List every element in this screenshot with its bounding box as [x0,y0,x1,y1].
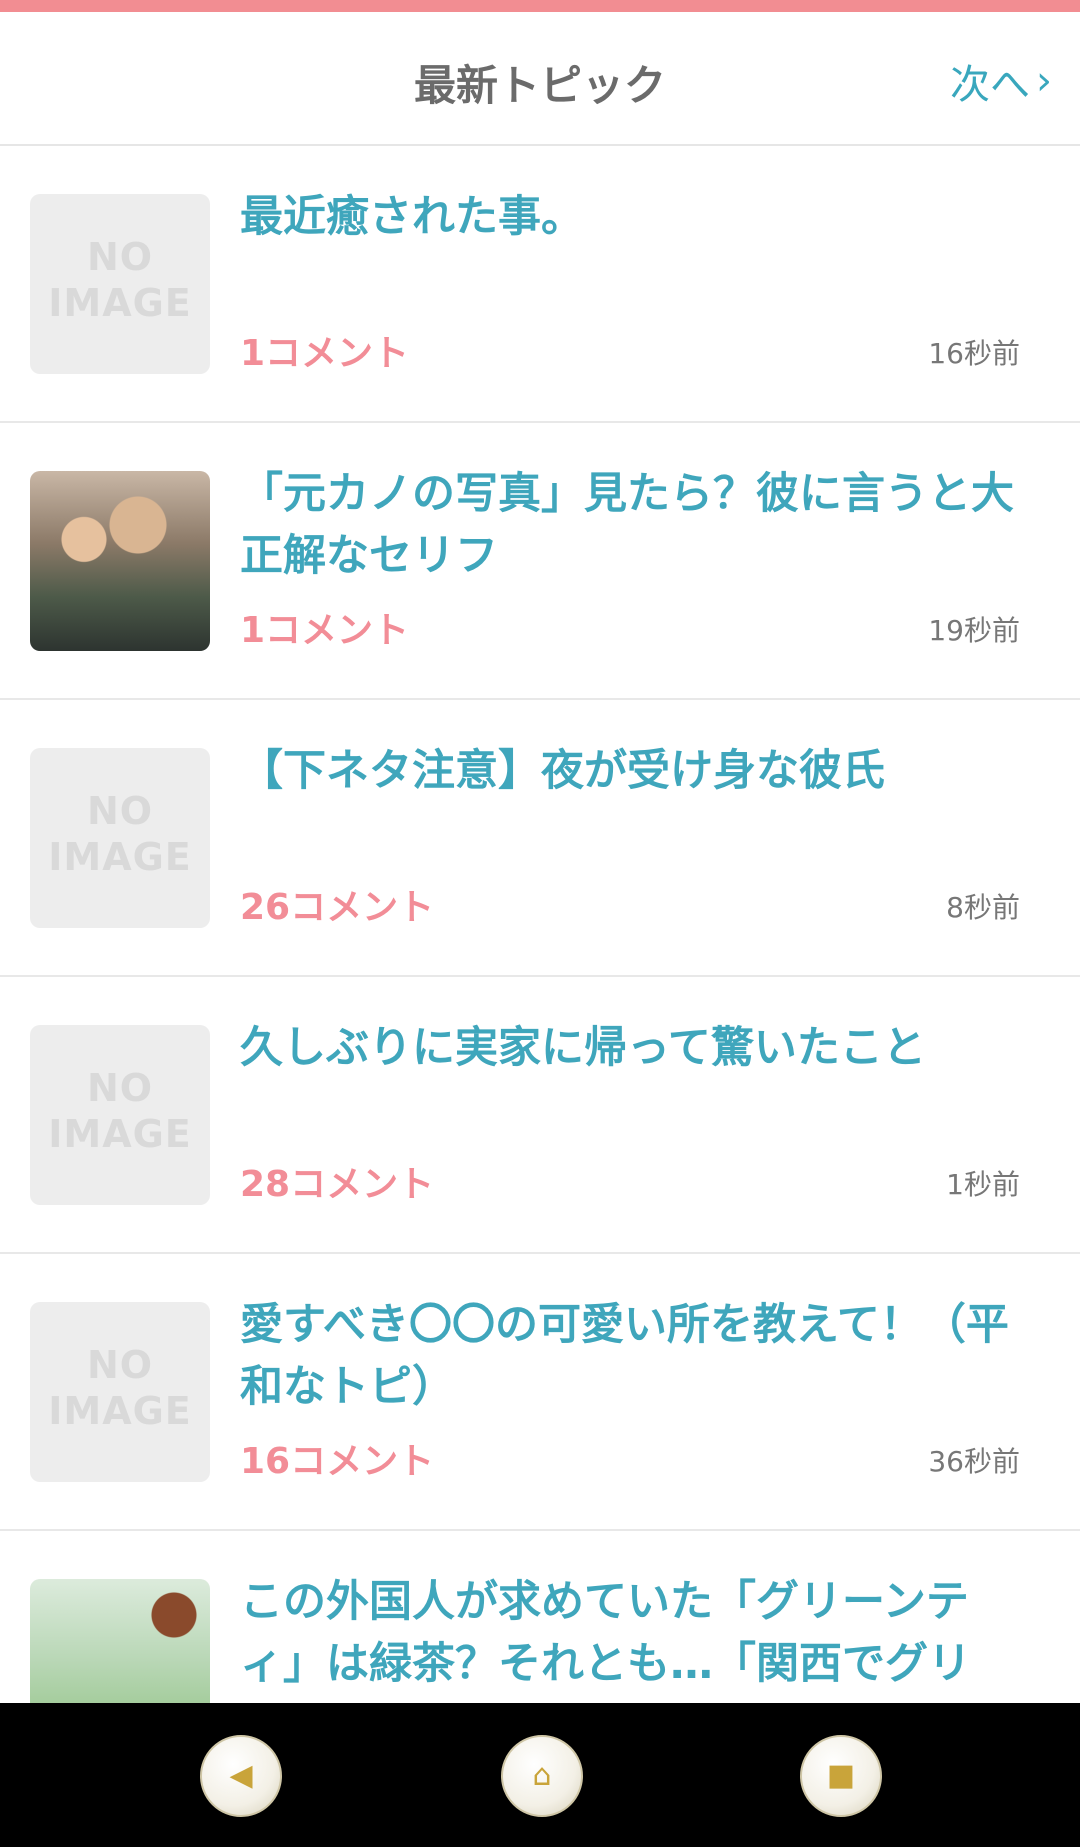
topic-title[interactable]: 久しぶりに実家に帰って驚いたこと [240,1017,1020,1079]
recents-square-icon: ■ [826,1758,856,1793]
timestamp: 36秒前 [928,1445,1020,1478]
back-button[interactable]: ◀ [200,1735,282,1817]
topic-title[interactable]: 【下ネタ注意】夜が受け身な彼氏 [240,740,1020,802]
header: 最新トピック 次へ › [0,12,1080,146]
timestamp: 19秒前 [928,614,1020,647]
chevron-right-icon: › [1036,58,1052,104]
topic-title[interactable]: 「元カノの写真」見たら？彼に言うと大正解なセリフ [240,463,1020,587]
list-item[interactable]: NO IMAGE 【下ネタ注意】夜が受け身な彼氏 26コメント 8秒前 [0,700,1080,977]
no-image-label: NO IMAGE [48,1343,192,1433]
thumbnail-placeholder: NO IMAGE [30,194,210,374]
home-button[interactable]: ⌂ [501,1735,583,1817]
comment-count: 16コメント [240,1441,435,1482]
system-navigation-bar: ◀ ⌂ ■ [0,1703,1080,1847]
timestamp: 8秒前 [946,891,1020,924]
topic-title[interactable]: 最近癒された事。 [240,186,1020,248]
back-triangle-icon: ◀ [229,1758,253,1793]
list-item[interactable]: NO IMAGE 久しぶりに実家に帰って驚いたこと 28コメント 1秒前 [0,977,1080,1254]
next-label: 次へ [950,62,1030,108]
thumbnail-placeholder: NO IMAGE [30,748,210,928]
comment-count: 26コメント [240,887,435,928]
no-image-label: NO IMAGE [48,1066,192,1156]
recents-button[interactable]: ■ [800,1735,882,1817]
page-title: 最新トピック [413,61,666,110]
topic-list: NO IMAGE 最近癒された事。 1コメント 16秒前 「元カノの写真」見たら… [0,146,1080,1808]
no-image-label: NO IMAGE [48,789,192,879]
list-item[interactable]: NO IMAGE 愛すべき〇〇の可愛い所を教えて！（平和なトピ） 16コメント … [0,1254,1080,1531]
home-icon: ⌂ [532,1758,552,1793]
thumbnail-placeholder: NO IMAGE [30,1302,210,1482]
next-page-link[interactable]: 次へ › [950,52,1052,110]
comment-count: 28コメント [240,1164,435,1205]
thumbnail-placeholder: NO IMAGE [30,1025,210,1205]
no-image-label: NO IMAGE [48,235,192,325]
list-item[interactable]: NO IMAGE 最近癒された事。 1コメント 16秒前 [0,146,1080,423]
top-accent-bar [0,0,1080,12]
timestamp: 16秒前 [928,337,1020,370]
list-item[interactable]: 「元カノの写真」見たら？彼に言うと大正解なセリフ 1コメント 19秒前 [0,423,1080,700]
topic-title[interactable]: 愛すべき〇〇の可愛い所を教えて！（平和なトピ） [240,1294,1020,1418]
thumbnail-photo [30,471,210,651]
comment-count: 1コメント [240,610,410,651]
comment-count: 1コメント [240,333,410,374]
topic-title[interactable]: この外国人が求めていた「グリーンティ」は緑茶？それとも…「関西でグリ [240,1571,1020,1695]
timestamp: 1秒前 [946,1168,1020,1201]
